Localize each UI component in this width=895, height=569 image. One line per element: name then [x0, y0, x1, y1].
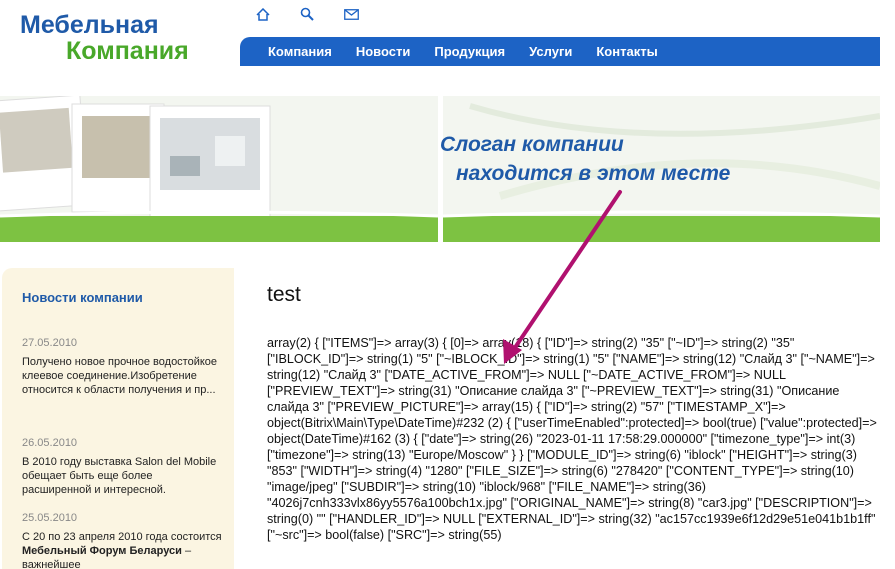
news-sidebar: Новости компании 27.05.2010 Получено нов…	[2, 268, 234, 569]
news-text: С 20 по 23 апреля 2010 года состоится Ме…	[22, 531, 222, 569]
banner-slogan: Слоган компании находится в этом месте	[440, 130, 730, 188]
page-title: test	[267, 283, 301, 306]
var-dump-output: array(2) { ["ITEMS"]=> array(3) { [0]=> …	[267, 336, 877, 542]
news-item[interactable]: 26.05.2010 В 2010 году выставка Salon de…	[22, 436, 222, 497]
news-date: 25.05.2010	[22, 512, 78, 524]
news-item[interactable]: 27.05.2010 Получено новое прочное водост…	[22, 336, 222, 397]
home-icon[interactable]	[252, 5, 274, 23]
slogan-line-1: Слоган компании	[440, 133, 624, 156]
sidebar-title[interactable]: Новости компании	[22, 290, 143, 305]
photo-frame-3	[149, 105, 271, 219]
news-date: 26.05.2010	[22, 437, 78, 449]
logo-line-1: Мебельная	[20, 11, 159, 39]
news-text: В 2010 году выставка Salon del Mobile об…	[22, 456, 217, 496]
site-logo[interactable]: Мебельная Компания	[20, 12, 189, 64]
news-date: 27.05.2010	[22, 337, 78, 349]
search-icon[interactable]	[296, 5, 318, 23]
slogan-line-2: находится в этом месте	[456, 162, 731, 185]
nav-item-news[interactable]: Новости	[356, 37, 411, 66]
top-icon-bar	[252, 5, 362, 23]
mail-icon[interactable]	[340, 5, 362, 23]
nav-item-products[interactable]: Продукция	[434, 37, 505, 66]
nav-item-contacts[interactable]: Контакты	[596, 37, 657, 66]
news-text-bold: Мебельный Форум Беларуси	[22, 545, 182, 557]
nav-item-services[interactable]: Услуги	[529, 37, 572, 66]
news-text: Получено новое прочное водостойкое клеев…	[22, 356, 218, 396]
news-item[interactable]: 25.05.2010 С 20 по 23 апреля 2010 года с…	[22, 511, 222, 569]
nav-item-company[interactable]: Компания	[268, 37, 332, 66]
main-nav: Компания Новости Продукция Услуги Контак…	[240, 37, 880, 66]
logo-line-2: Компания	[66, 37, 189, 65]
